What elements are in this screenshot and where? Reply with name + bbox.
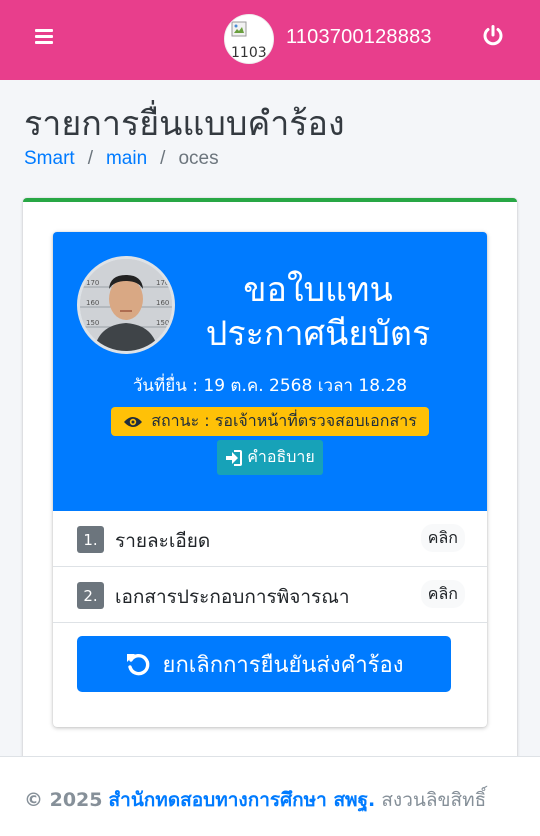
svg-text:160: 160 — [86, 299, 99, 307]
service-title-line2: ประกาศนียบัตร — [205, 314, 431, 354]
breadcrumb: Smart / main / oces — [24, 148, 219, 169]
breadcrumb-current: oces — [178, 148, 219, 169]
request-card: 170 170 160 160 150 150 ขอใบแทน ประกาศนี… — [53, 232, 487, 727]
page-title: รายการยื่นแบบคำร้อง — [24, 104, 345, 144]
svg-text:150: 150 — [156, 319, 169, 327]
bars-icon[interactable] — [33, 26, 55, 46]
eye-icon — [124, 416, 143, 427]
list-item-label: รายละเอียด — [115, 530, 211, 552]
undo-icon — [126, 653, 149, 676]
cancel-button-label: ยกเลิกการยืนยันส่งคำร้อง — [162, 652, 404, 678]
breadcrumb-main[interactable]: main — [106, 148, 147, 169]
footer: © 2025 สำนักทดสอบทางการศึกษา สพฐ. สงวนลิ… — [0, 756, 540, 836]
status-badge: สถานะ : รอเจ้าหน้าที่ตรวจสอบเอกสาร — [111, 407, 429, 436]
avatar-alt-text: 1103 — [231, 45, 267, 61]
footer-text: © 2025 สำนักทดสอบทางการศึกษา สพฐ. สงวนลิ… — [24, 785, 486, 815]
cancel-submission-button[interactable]: ยกเลิกการยืนยันส่งคำร้อง — [77, 636, 451, 692]
svg-text:150: 150 — [86, 319, 99, 327]
user-avatar[interactable]: 1103 — [224, 14, 274, 64]
click-badge[interactable]: คลิก — [420, 524, 465, 552]
profile-photo: 170 170 160 160 150 150 — [77, 256, 175, 354]
list-item-details[interactable]: 1. รายละเอียด คลิก — [53, 511, 487, 567]
status-text: สถานะ : รอเจ้าหน้าที่ตรวจสอบเอกสาร — [151, 411, 417, 430]
profile-photo-image: 170 170 160 160 150 150 — [80, 259, 172, 351]
request-card-header: 170 170 160 160 150 150 ขอใบแทน ประกาศนี… — [53, 232, 487, 511]
service-title: ขอใบแทน ประกาศนียบัตร — [193, 268, 443, 356]
broken-image-icon — [231, 21, 247, 37]
svg-text:170: 170 — [156, 279, 169, 287]
description-button[interactable]: คำอธิบาย — [217, 440, 323, 475]
list-item-documents[interactable]: 2. เอกสารประกอบการพิจารณา คลิก — [53, 567, 487, 623]
submit-date: วันที่ยื่น : 19 ต.ค. 2568 เวลา 18.28 — [132, 376, 408, 396]
breadcrumb-smart[interactable]: Smart — [24, 148, 75, 169]
svg-text:170: 170 — [86, 279, 99, 287]
service-title-line1: ขอใบแทน — [243, 270, 393, 310]
footer-org-link[interactable]: สำนักทดสอบทางการศึกษา สพฐ. — [109, 789, 376, 811]
description-button-label: คำอธิบาย — [247, 447, 315, 466]
list-number-badge: 1. — [77, 526, 104, 553]
top-navbar: 1103 1103700128883 — [0, 0, 540, 80]
list-number-badge: 2. — [77, 582, 104, 609]
footer-rights: สงวนลิขสิทธิ์ — [381, 789, 487, 811]
power-off-icon[interactable] — [481, 24, 505, 48]
copyright: © 2025 — [24, 789, 103, 811]
username[interactable]: 1103700128883 — [286, 26, 432, 49]
list-item-label: เอกสารประกอบการพิจารณา — [115, 586, 350, 608]
svg-text:160: 160 — [156, 299, 169, 307]
click-badge[interactable]: คลิก — [420, 580, 465, 608]
sign-in-icon — [226, 449, 243, 466]
